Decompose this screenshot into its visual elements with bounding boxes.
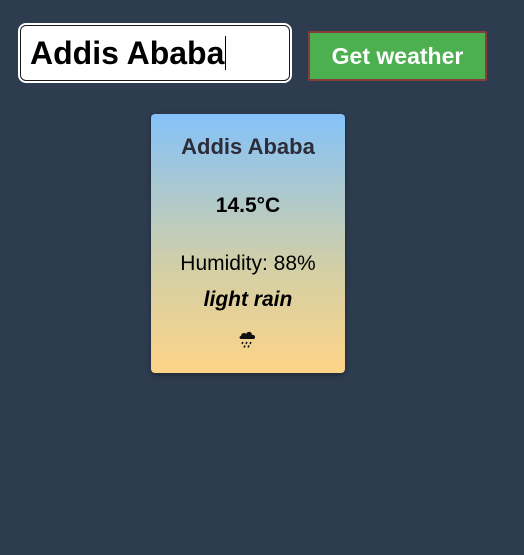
humidity: Humidity: 88% [151, 252, 345, 276]
weather-card: Addis Ababa 14.5°C Humidity: 88% light r… [151, 114, 345, 373]
get-weather-button[interactable]: Get weather [308, 31, 487, 81]
city-name: Addis Ababa [181, 134, 315, 159]
text-caret [225, 36, 226, 70]
search-row: Get weather [18, 23, 498, 85]
city-search-input[interactable] [18, 23, 292, 83]
rain-cloud-icon [239, 331, 256, 348]
humidity-label: Humidity: [180, 252, 268, 275]
humidity-value: 88% [273, 252, 316, 275]
weather-description: light rain [203, 288, 293, 311]
temperature: 14.5°C [215, 194, 281, 217]
